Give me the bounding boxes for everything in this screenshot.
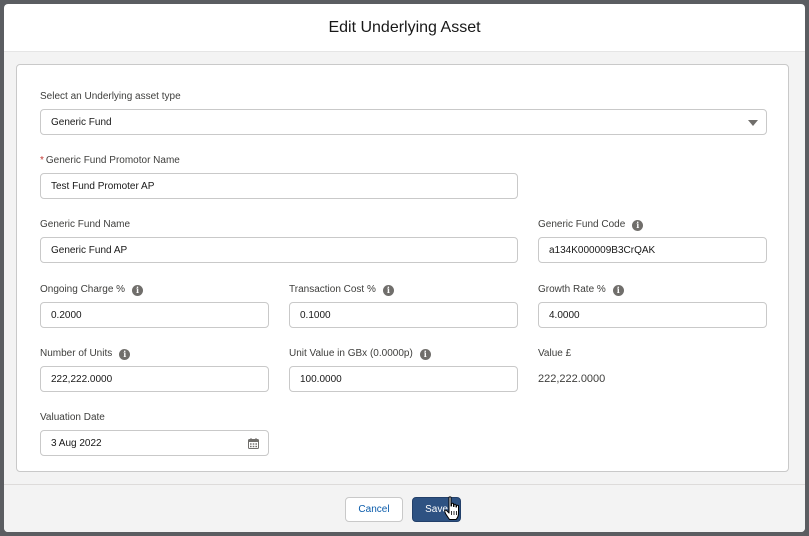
chevron-down-icon	[748, 120, 758, 126]
value-gbp-output: 222,222.0000	[538, 373, 606, 385]
ongoing-charge-label: Ongoing Charge % i	[40, 283, 269, 297]
modal-footer: Cancel Save	[4, 484, 805, 532]
promotor-name-field: * Generic Fund Promotor Name Test Fund P…	[40, 154, 518, 199]
info-icon[interactable]: i	[382, 284, 394, 296]
modal-title: Edit Underlying Asset	[328, 18, 481, 36]
promotor-name-input[interactable]: Test Fund Promoter AP	[40, 173, 518, 199]
unit-value-label: Unit Value in GBx (0.0000p) i	[289, 347, 518, 361]
unit-value-field: Unit Value in GBx (0.0000p) i 100.0000	[289, 347, 518, 392]
ongoing-charge-field: Ongoing Charge % i 0.2000	[40, 283, 269, 328]
transaction-cost-input[interactable]: 0.1000	[289, 302, 518, 328]
fund-code-input[interactable]: a134K000009B3CrQAK	[538, 237, 767, 263]
number-of-units-field: Number of Units i 222,222.0000	[40, 347, 269, 392]
info-icon[interactable]: i	[612, 284, 624, 296]
info-icon[interactable]: i	[132, 284, 144, 296]
ongoing-charge-input[interactable]: 0.2000	[40, 302, 269, 328]
promotor-name-label: * Generic Fund Promotor Name	[40, 155, 180, 166]
calendar-icon[interactable]	[248, 438, 259, 449]
fund-name-label: Generic Fund Name	[40, 219, 131, 230]
info-icon[interactable]: i	[119, 348, 131, 360]
growth-rate-label: Growth Rate % i	[538, 283, 767, 297]
fund-name-input[interactable]: Generic Fund AP	[40, 237, 518, 263]
transaction-cost-label: Transaction Cost % i	[289, 283, 518, 297]
asset-type-label: Select an Underlying asset type	[40, 91, 181, 102]
valuation-date-field: Valuation Date 3 Aug 2022	[40, 411, 269, 456]
required-marker: *	[40, 155, 44, 166]
growth-rate-field: Growth Rate % i 4.0000	[538, 283, 767, 328]
fund-code-label: Generic Fund Code i	[538, 218, 767, 232]
cancel-button[interactable]: Cancel	[345, 497, 403, 522]
edit-underlying-asset-modal: Edit Underlying Asset Select an Underlyi…	[4, 4, 805, 532]
info-icon[interactable]: i	[419, 348, 431, 360]
value-gbp-label: Value £	[538, 348, 572, 359]
fund-name-field: Generic Fund Name Generic Fund AP	[40, 218, 518, 263]
value-gbp-field: Value £ 222,222.0000	[538, 347, 767, 385]
modal-header: Edit Underlying Asset	[4, 4, 805, 52]
valuation-date-input[interactable]: 3 Aug 2022	[40, 430, 269, 456]
number-of-units-label: Number of Units i	[40, 347, 269, 361]
asset-type-select[interactable]: Generic Fund	[40, 109, 767, 135]
asset-type-field: Select an Underlying asset type Generic …	[40, 90, 767, 135]
form-card: Select an Underlying asset type Generic …	[16, 64, 789, 472]
transaction-cost-field: Transaction Cost % i 0.1000	[289, 283, 518, 328]
fund-code-field: Generic Fund Code i a134K000009B3CrQAK	[538, 218, 767, 263]
save-button[interactable]: Save	[412, 497, 461, 522]
number-of-units-input[interactable]: 222,222.0000	[40, 366, 269, 392]
growth-rate-input[interactable]: 4.0000	[538, 302, 767, 328]
unit-value-input[interactable]: 100.0000	[289, 366, 518, 392]
valuation-date-label: Valuation Date	[40, 412, 105, 423]
modal-body: Select an Underlying asset type Generic …	[4, 52, 805, 484]
info-icon[interactable]: i	[632, 219, 644, 231]
